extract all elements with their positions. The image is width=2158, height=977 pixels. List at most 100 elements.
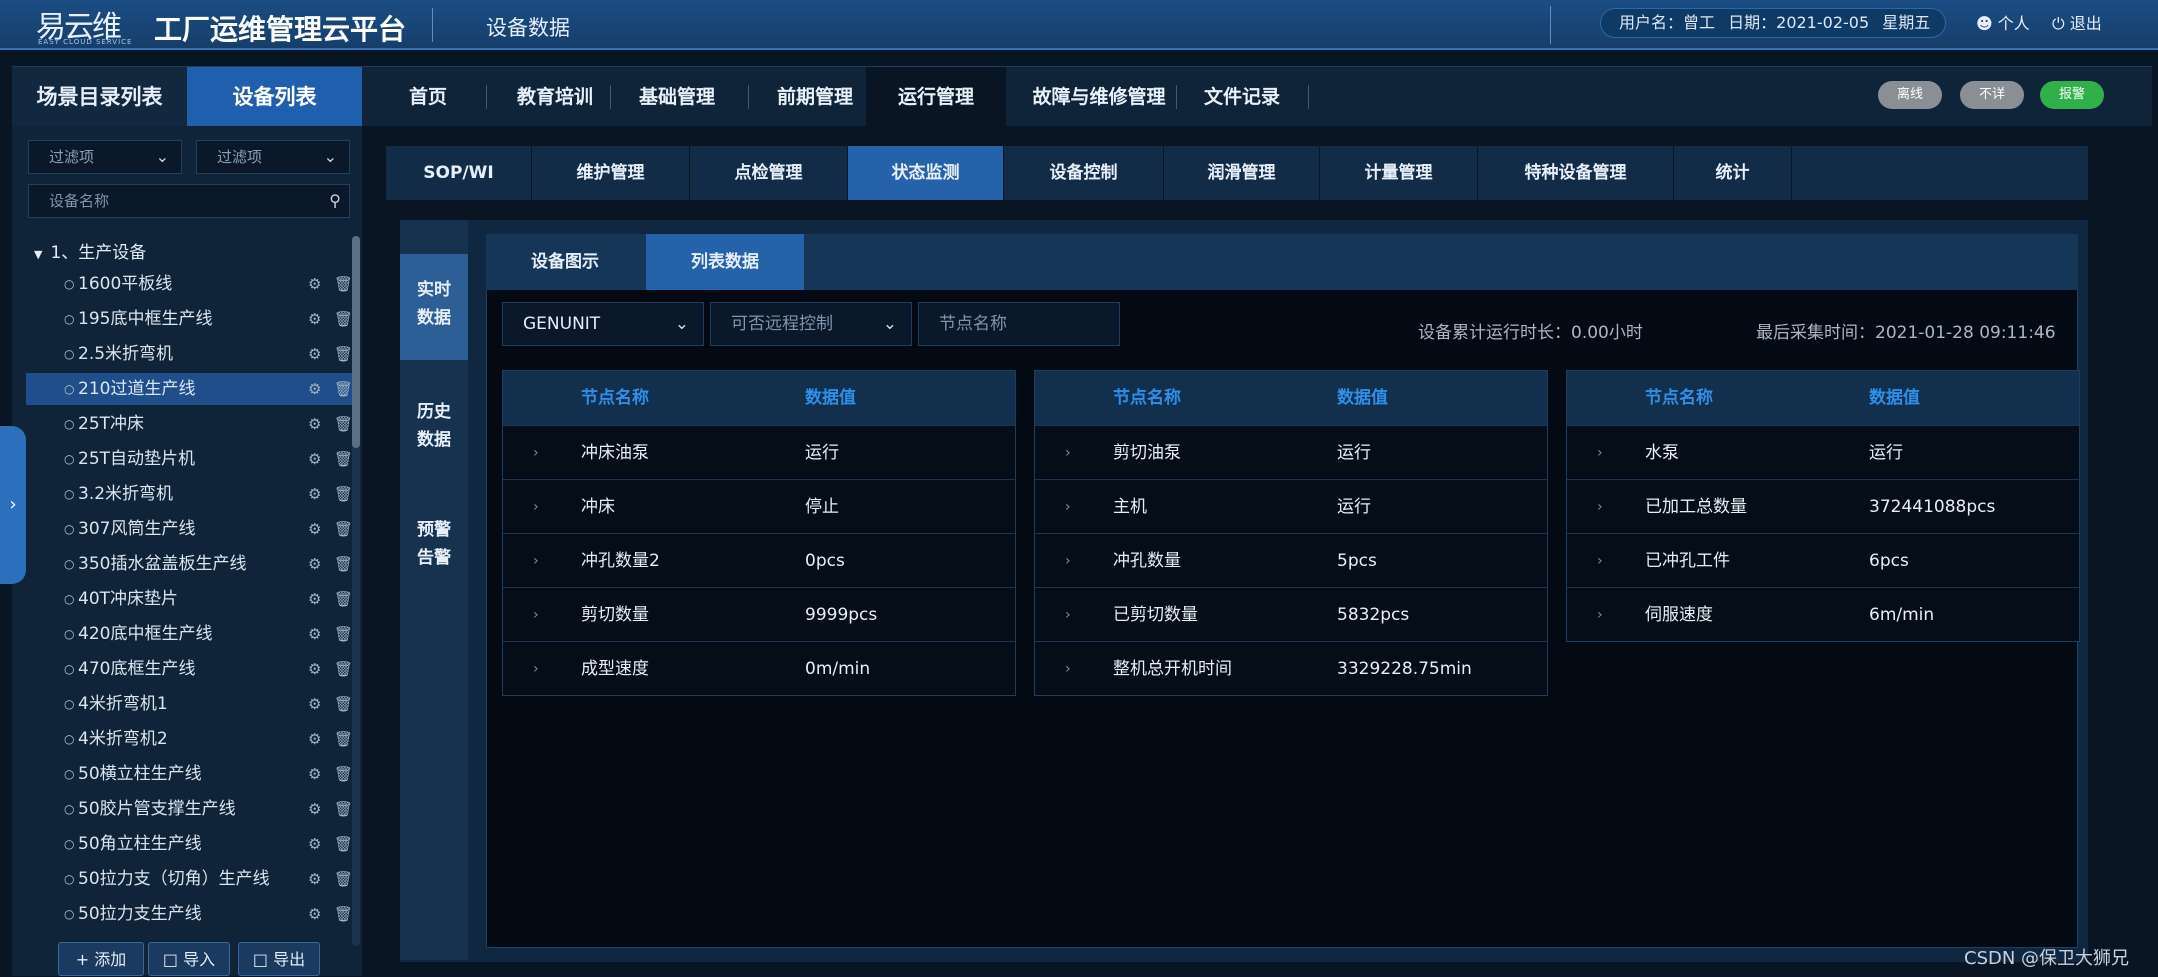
trash-icon[interactable]: 🗑	[334, 898, 353, 930]
table-row[interactable]: › 冲孔数量 5pcs	[1035, 533, 1547, 587]
chevron-right-icon[interactable]: ›	[1065, 534, 1071, 588]
trash-icon[interactable]: 🗑	[334, 478, 353, 510]
tree-item[interactable]: ○ 350插水盆盖板生产线 ⚙ 🗑	[26, 548, 356, 580]
vtab-history-data[interactable]: 历史 数据	[400, 378, 468, 484]
tree-item[interactable]: ○ 50横立柱生产线 ⚙ 🗑	[26, 758, 356, 790]
trash-icon[interactable]: 🗑	[334, 828, 353, 860]
table-row[interactable]: › 剪切油泵 运行	[1035, 425, 1547, 479]
chevron-right-icon[interactable]: ›	[1065, 480, 1071, 534]
tree-item[interactable]: ○ 50拉力支生产线 ⚙ 🗑	[26, 898, 356, 930]
tree-item[interactable]: ○ 50角立柱生产线 ⚙ 🗑	[26, 828, 356, 860]
add-button[interactable]: + 添加	[58, 942, 144, 976]
gear-icon[interactable]: ⚙	[308, 478, 321, 510]
gear-icon[interactable]: ⚙	[308, 828, 321, 860]
chevron-right-icon[interactable]: ›	[533, 534, 539, 588]
table-row[interactable]: › 成型速度 0m/min	[503, 641, 1015, 695]
tree-item[interactable]: ○ 210过道生产线 ⚙ 🗑	[26, 373, 356, 405]
trash-icon[interactable]: 🗑	[334, 373, 353, 405]
gear-icon[interactable]: ⚙	[308, 863, 321, 895]
chevron-right-icon[interactable]: ›	[1597, 534, 1603, 588]
tree-item[interactable]: ○ 25T冲床 ⚙ 🗑	[26, 408, 356, 440]
trash-icon[interactable]: 🗑	[334, 268, 353, 300]
tree-item[interactable]: ○ 1600平板线 ⚙ 🗑	[26, 268, 356, 300]
gear-icon[interactable]: ⚙	[308, 793, 321, 825]
gear-icon[interactable]: ⚙	[308, 688, 321, 720]
gear-icon[interactable]: ⚙	[308, 618, 321, 650]
trash-icon[interactable]: 🗑	[334, 688, 353, 720]
import-button[interactable]: □ 导入	[148, 942, 230, 976]
tree-item[interactable]: ○ 4米折弯机1 ⚙ 🗑	[26, 688, 356, 720]
device-name-search[interactable]: 设备名称 ⚲	[28, 184, 350, 218]
chevron-right-icon[interactable]: ›	[533, 588, 539, 642]
status-pill-unknown[interactable]: 不详	[1960, 81, 2024, 109]
status-pill-alarm[interactable]: 报警	[2040, 81, 2104, 109]
subtab-maintenance[interactable]: 维护管理	[532, 146, 690, 200]
nav-fault-repair[interactable]: 故障与维修管理	[1008, 67, 1190, 127]
subtab-device-control[interactable]: 设备控制	[1004, 146, 1164, 200]
tree-scroll-thumb[interactable]	[352, 236, 360, 448]
trash-icon[interactable]: 🗑	[334, 863, 353, 895]
gear-icon[interactable]: ⚙	[308, 408, 321, 440]
subtab-metering[interactable]: 计量管理	[1320, 146, 1478, 200]
gear-icon[interactable]: ⚙	[308, 513, 321, 545]
table-row[interactable]: › 整机总开机时间 3329228.75min	[1035, 641, 1547, 695]
table-row[interactable]: › 水泵 运行	[1567, 425, 2079, 479]
nav-file-records[interactable]: 文件记录	[1182, 67, 1302, 127]
gear-icon[interactable]: ⚙	[308, 583, 321, 615]
tab-scene-directory[interactable]: 场景目录列表	[12, 67, 187, 127]
chevron-right-icon[interactable]: ›	[533, 480, 539, 534]
tree-item[interactable]: ○ 2.5米折弯机 ⚙ 🗑	[26, 338, 356, 370]
trash-icon[interactable]: 🗑	[334, 758, 353, 790]
tree-item[interactable]: ○ 40T冲床垫片 ⚙ 🗑	[26, 583, 356, 615]
tree-item[interactable]: ○ 25T自动垫片机 ⚙ 🗑	[26, 443, 356, 475]
table-row[interactable]: › 冲孔数量2 0pcs	[503, 533, 1015, 587]
gear-icon[interactable]: ⚙	[308, 723, 321, 755]
trash-icon[interactable]: 🗑	[334, 548, 353, 580]
unit-select[interactable]: GENUNIT ⌄	[502, 302, 704, 346]
trash-icon[interactable]: 🗑	[334, 618, 353, 650]
chevron-right-icon[interactable]: ›	[1597, 588, 1603, 642]
gear-icon[interactable]: ⚙	[308, 548, 321, 580]
nav-early[interactable]: 前期管理	[752, 67, 878, 127]
table-row[interactable]: › 主机 运行	[1035, 479, 1547, 533]
tree-root[interactable]: ▼ 1、生产设备	[34, 238, 146, 263]
filter-select-2[interactable]: 过滤项 ⌄	[196, 140, 350, 174]
tab-list-data[interactable]: 列表数据	[646, 234, 804, 290]
chevron-right-icon[interactable]: ›	[533, 642, 539, 696]
tree-item[interactable]: ○ 4米折弯机2 ⚙ 🗑	[26, 723, 356, 755]
table-row[interactable]: › 冲床油泵 运行	[503, 425, 1015, 479]
trash-icon[interactable]: 🗑	[334, 513, 353, 545]
tab-device-diagram[interactable]: 设备图示	[486, 234, 644, 290]
subtab-statistics[interactable]: 统计	[1674, 146, 1792, 200]
table-row[interactable]: › 伺服速度 6m/min	[1567, 587, 2079, 641]
search-icon[interactable]: ⚲	[329, 185, 341, 217]
logout-link[interactable]: ⏻ 退出	[2052, 10, 2102, 34]
trash-icon[interactable]: 🗑	[334, 338, 353, 370]
subtab-inspection[interactable]: 点检管理	[690, 146, 848, 200]
trash-icon[interactable]: 🗑	[334, 443, 353, 475]
filter-select-1[interactable]: 过滤项 ⌄	[28, 140, 182, 174]
subtab-status-monitoring[interactable]: 状态监测	[848, 146, 1004, 200]
tree-item[interactable]: ○ 195底中框生产线 ⚙ 🗑	[26, 303, 356, 335]
personal-link[interactable]: ☻ 个人	[1976, 10, 2030, 34]
vtab-realtime-data[interactable]: 实时 数据	[400, 254, 468, 360]
nav-training[interactable]: 教育培训	[494, 67, 616, 127]
export-button[interactable]: □ 导出	[238, 942, 320, 976]
trash-icon[interactable]: 🗑	[334, 653, 353, 685]
chevron-right-icon[interactable]: ›	[1597, 426, 1603, 480]
status-pill-offline[interactable]: 离线	[1878, 81, 1942, 109]
nav-operation[interactable]: 运行管理	[866, 67, 1006, 127]
gear-icon[interactable]: ⚙	[308, 338, 321, 370]
table-row[interactable]: › 已剪切数量 5832pcs	[1035, 587, 1547, 641]
chevron-right-icon[interactable]: ›	[1065, 426, 1071, 480]
tree-item[interactable]: ○ 50胶片管支撑生产线 ⚙ 🗑	[26, 793, 356, 825]
tree-item[interactable]: ○ 420底中框生产线 ⚙ 🗑	[26, 618, 356, 650]
chevron-right-icon[interactable]: ›	[533, 426, 539, 480]
gear-icon[interactable]: ⚙	[308, 653, 321, 685]
trash-icon[interactable]: 🗑	[334, 408, 353, 440]
table-row[interactable]: › 已冲孔工件 6pcs	[1567, 533, 2079, 587]
gear-icon[interactable]: ⚙	[308, 268, 321, 300]
node-name-input[interactable]: 节点名称	[918, 302, 1120, 346]
trash-icon[interactable]: 🗑	[334, 583, 353, 615]
gear-icon[interactable]: ⚙	[308, 758, 321, 790]
